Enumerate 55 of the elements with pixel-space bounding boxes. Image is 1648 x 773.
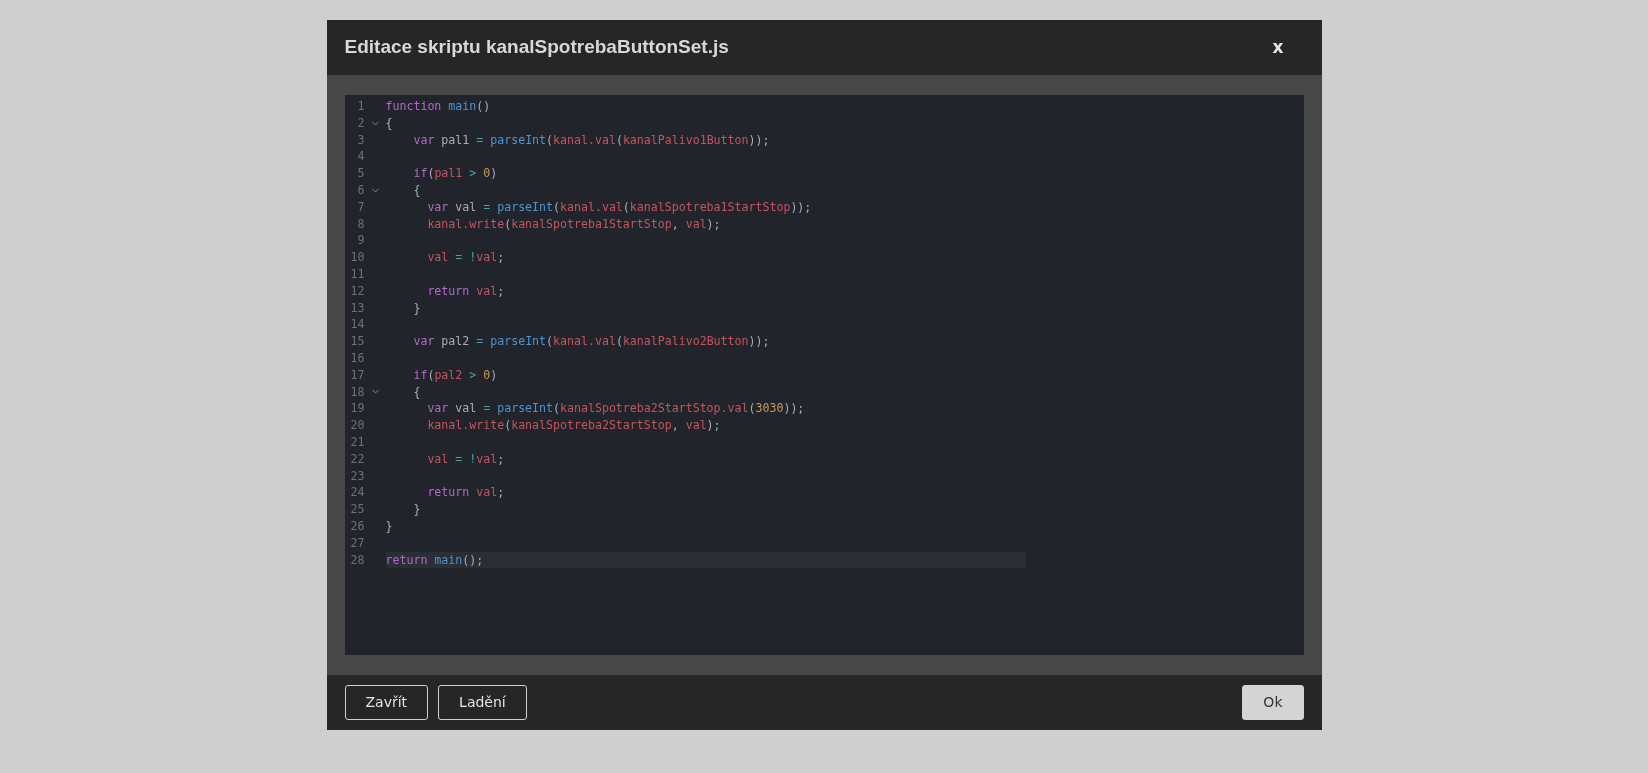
code-line: }	[412, 501, 422, 518]
line-number: 12	[349, 282, 365, 300]
line-number: 3	[356, 131, 365, 149]
line-number: 16	[349, 349, 365, 367]
code-line: kanal.write(kanalSpotreba1StartStop, val);	[426, 215, 722, 233]
code-line: var pal2 = parseInt(kanal.val(kanalPalivo2Button));	[412, 333, 771, 350]
code-line: {	[385, 114, 394, 132]
line-number: 7	[356, 198, 365, 216]
line-number: 22	[349, 450, 365, 468]
dialog-button[interactable]: Ladění	[438, 685, 527, 720]
line-number: 14	[349, 316, 365, 334]
code-line: if(pal1 > 0)	[412, 165, 499, 182]
line-number: 21	[349, 433, 365, 451]
dialog-button[interactable]: Ok	[1242, 685, 1304, 720]
line-number: 27	[349, 534, 365, 552]
fold-chevron-icon[interactable]	[371, 120, 379, 126]
code-line: val = !val;	[426, 249, 506, 266]
code-line: val = !val;	[426, 450, 506, 468]
line-number: 15	[349, 333, 365, 350]
line-number: 2	[356, 114, 365, 132]
code-line: function main()	[385, 98, 492, 115]
line-number: 10	[349, 249, 365, 266]
line-number: 5	[356, 165, 365, 182]
line-number: 20	[349, 417, 365, 434]
line-number: 17	[349, 366, 365, 384]
line-number: 26	[349, 517, 365, 535]
line-number: 23	[349, 467, 365, 485]
line-number: 13	[349, 299, 365, 317]
dialog-button[interactable]: Zavřít	[344, 685, 429, 720]
line-number: 24	[349, 484, 365, 502]
code-line: return val;	[426, 484, 506, 502]
line-number: 8	[356, 215, 365, 233]
code-line: var val = parseInt(kanal.val(kanalSpotreba1StartStop));	[426, 198, 813, 216]
code-line: {	[412, 182, 422, 199]
code-line: }	[412, 299, 422, 317]
code-line: }	[385, 517, 394, 535]
line-number: 25	[349, 501, 365, 518]
code-line: {	[412, 383, 422, 401]
dialog-title: Editace skriptu kanalSpotrebaButtonSet.js	[344, 35, 729, 60]
line-number: 11	[349, 265, 365, 283]
line-number: 6	[356, 182, 365, 199]
code-line: return val;	[426, 282, 506, 300]
code-line: if(pal2 > 0)	[412, 366, 499, 384]
code-line: var pal1 = parseInt(kanal.val(kanalPalivo1Button));	[412, 131, 771, 149]
line-number: 4	[356, 148, 365, 166]
line-number: 19	[349, 400, 365, 418]
line-number: 18	[349, 383, 365, 401]
fold-chevron-icon[interactable]	[371, 389, 379, 395]
line-number: 9	[356, 232, 365, 250]
close-button[interactable]: x	[1252, 32, 1304, 63]
code-line: var val = parseInt(kanalSpotreba2StartStop.val(3030));	[426, 400, 806, 418]
line-number: 28	[349, 551, 365, 569]
code-line: kanal.write(kanalSpotreba2StartStop, val);	[426, 417, 722, 434]
fold-chevron-icon[interactable]	[371, 187, 379, 193]
line-number: 1	[356, 98, 365, 115]
